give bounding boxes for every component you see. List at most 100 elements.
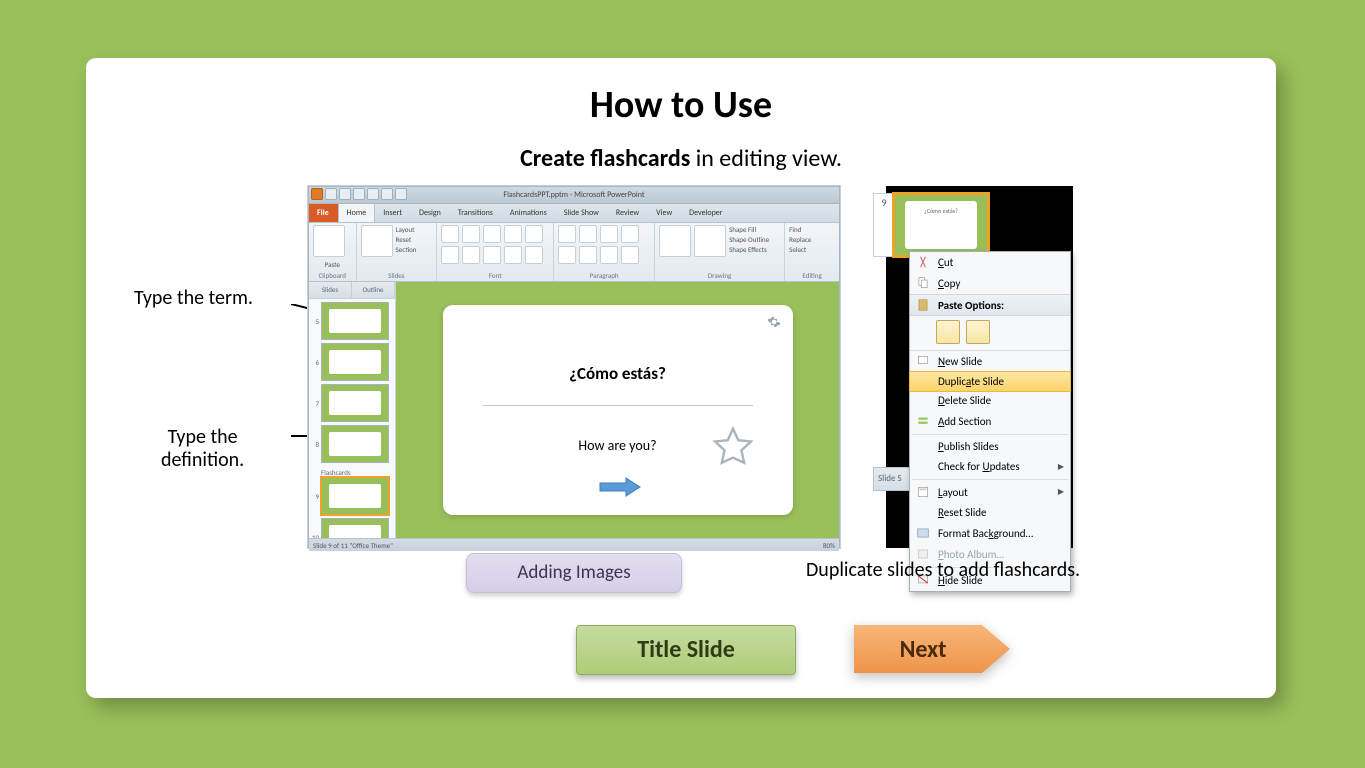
section-label: Flashcards [311,466,393,477]
font-item-icon[interactable] [525,246,543,264]
ctx-delete-slide[interactable]: Delete Slide [910,391,1070,411]
chevron-right-icon: ▶ [1058,462,1064,472]
ctx-duplicate-slide[interactable]: Duplicate Slide [909,371,1071,392]
font-item-icon[interactable] [525,225,543,243]
layout-button[interactable]: Layout [396,225,417,234]
font-item-icon[interactable] [441,225,459,243]
font-item-icon[interactable] [462,225,480,243]
ribbon-tab-review[interactable]: Review [608,204,648,222]
ppt-window-title: FlashcardsPPT.pptm - Microsoft PowerPoin… [503,190,644,200]
paste-option-button[interactable] [936,320,960,344]
ctx-add-section[interactable]: Add Section [910,411,1070,432]
ctx-check-updates[interactable]: Check for Updates ▶ [910,457,1070,477]
font-item-icon[interactable] [441,246,459,264]
ribbon-tab-animations[interactable]: Animations [502,204,556,222]
adding-images-button[interactable]: Adding Images [466,553,682,593]
ctx-layout[interactable]: Layout ▶ [910,482,1070,503]
ribbon-tabs: File Home Insert Design Transitions Anim… [309,204,839,223]
slide-editor[interactable]: ¿Cómo estás? How are you? [396,282,839,538]
gear-icon[interactable] [767,315,781,329]
group-clipboard: Clipboard [313,271,352,281]
duplicate-caption: Duplicate slides to add flashcards. [806,558,1080,582]
format-bg-icon [916,526,930,540]
group-drawing: Drawing [659,271,780,281]
qat-redo-icon[interactable] [353,188,365,200]
flashcard-next-arrow-icon[interactable] [598,477,642,497]
ribbon-tab-insert[interactable]: Insert [375,204,411,222]
star-icon[interactable] [711,425,755,469]
paste-option-button[interactable] [966,320,990,344]
chevron-right-icon: ▶ [1058,487,1064,497]
ctx-reset-slide[interactable]: Reset Slide [910,503,1070,523]
qat-undo-icon[interactable] [339,188,351,200]
ctx-paste-options-row [910,316,1070,351]
content-card: How to Use Create flashcards in editing … [86,58,1276,698]
replace-button[interactable]: Replace [789,235,835,244]
slide-thumb[interactable]: 5 [311,302,393,340]
reset-button[interactable]: Reset [396,235,417,244]
ctx-slide-thumb[interactable]: ¿Cómo estás? [893,193,989,257]
group-slides: Slides [361,271,433,281]
para-item-icon[interactable] [579,246,597,264]
font-item-icon[interactable] [504,225,522,243]
para-item-icon[interactable] [621,246,639,264]
subtitle-bold: Create flashcards [520,144,690,173]
status-zoom[interactable]: 80% [823,541,835,550]
ctx-paste-options-header: Paste Options: [910,294,1070,316]
qat-save-icon[interactable] [325,188,337,200]
qat-item-icon[interactable] [395,188,407,200]
shape-effects-button[interactable]: Shape Effects [729,245,769,254]
font-item-icon[interactable] [483,246,501,264]
slide-thumb[interactable]: 7 [311,384,393,422]
font-item-icon[interactable] [462,246,480,264]
qat-item-icon[interactable] [367,188,379,200]
find-button[interactable]: Find [789,225,835,234]
shape-fill-button[interactable]: Shape Fill [729,225,769,234]
flashcard-term[interactable]: ¿Cómo estás? [443,363,793,384]
para-item-icon[interactable] [621,225,639,243]
ctx-copy[interactable]: Copy [910,273,1070,294]
ribbon-tab-slideshow[interactable]: Slide Show [556,204,608,222]
slide-thumb-selected[interactable]: 9 [311,477,393,515]
ribbon-tab-design[interactable]: Design [411,204,450,222]
slides-tab[interactable]: Slides [309,282,352,298]
font-item-icon[interactable] [504,246,522,264]
para-item-icon[interactable] [600,225,618,243]
outline-tab[interactable]: Outline [352,282,395,298]
para-item-icon[interactable] [600,246,618,264]
ribbon-tab-view[interactable]: View [648,204,681,222]
shapes-icon[interactable] [659,225,691,257]
shape-outline-button[interactable]: Shape Outline [729,235,769,244]
ctx-publish-slides[interactable]: Publish Slides [910,437,1070,457]
context-menu: Cut Copy Paste Options: New Slide Duplic… [909,251,1071,592]
ribbon-tab-home[interactable]: Home [338,204,376,222]
ribbon-groups: Paste Clipboard Layout Reset Section Sli… [309,223,839,282]
ctx-new-slide[interactable]: New Slide [910,351,1070,372]
slide-thumb[interactable]: 8 [311,425,393,463]
next-button[interactable]: Next [854,625,1010,673]
paste-icon[interactable] [313,225,345,257]
ppt-status-bar: Slide 9 of 11 "Office Theme" 80% [309,538,839,551]
status-slide-info: Slide 9 of 11 "Office Theme" [313,541,393,550]
page-title: How to Use [86,82,1276,128]
section-button[interactable]: Section [396,245,417,254]
ppt-app-icon [311,188,323,200]
ribbon-tab-file[interactable]: File [309,204,338,222]
arrange-icon[interactable] [694,225,726,257]
ribbon-tab-developer[interactable]: Developer [681,204,731,222]
title-slide-button[interactable]: Title Slide [576,625,796,675]
qat-item-icon[interactable] [381,188,393,200]
font-item-icon[interactable] [483,225,501,243]
para-item-icon[interactable] [579,225,597,243]
para-item-icon[interactable] [558,246,576,264]
slide-thumb[interactable]: 6 [311,343,393,381]
para-item-icon[interactable] [558,225,576,243]
flashcard-divider [483,405,753,406]
slide-thumb[interactable]: 10 [311,518,393,538]
ribbon-tab-transitions[interactable]: Transitions [450,204,502,222]
select-button[interactable]: Select [789,245,835,254]
next-button-label: Next [854,625,1010,673]
ctx-cut[interactable]: Cut [910,252,1070,273]
new-slide-icon[interactable] [361,225,393,257]
ctx-format-background[interactable]: Format Background… [910,523,1070,544]
